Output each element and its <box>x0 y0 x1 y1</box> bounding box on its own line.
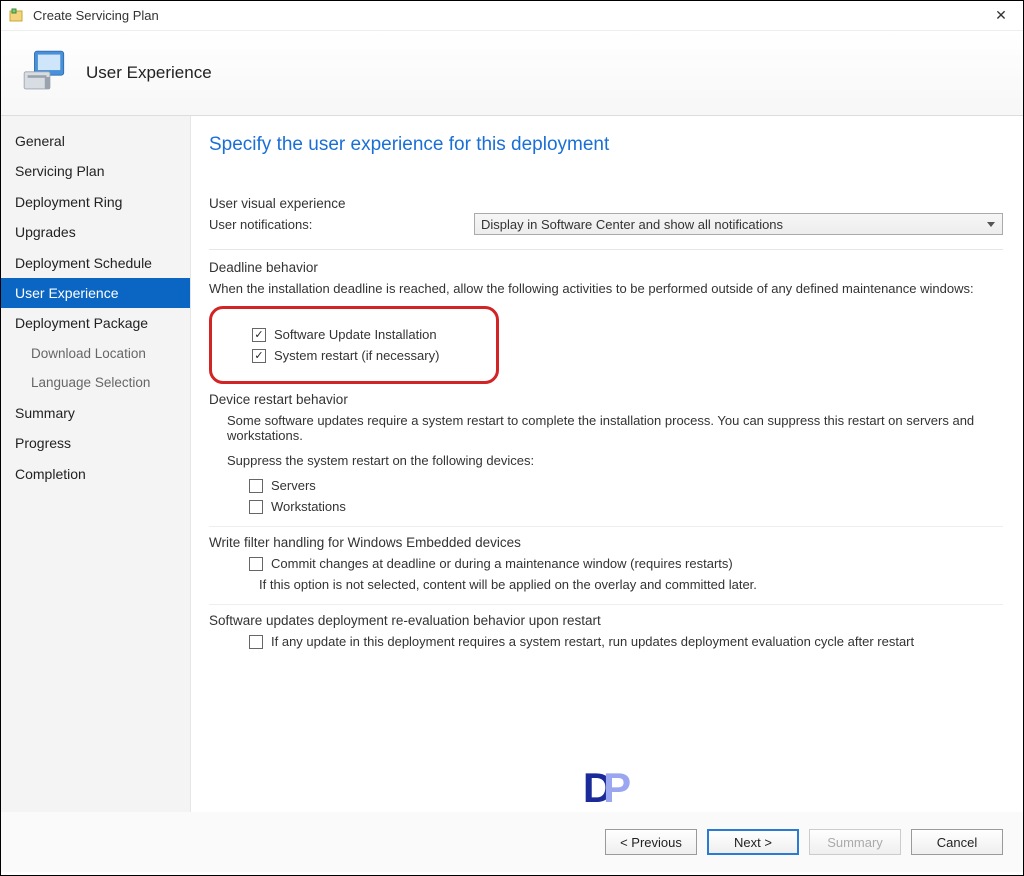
sidebar: General Servicing Plan Deployment Ring U… <box>1 116 191 812</box>
banner: User Experience <box>1 31 1023 116</box>
writefilter-title: Write filter handling for Windows Embedd… <box>209 535 1003 550</box>
reeval-label: If any update in this deployment require… <box>271 634 914 649</box>
sidebar-item-servicing-plan[interactable]: Servicing Plan <box>1 156 190 186</box>
sidebar-item-progress[interactable]: Progress <box>1 428 190 458</box>
user-notifications-label: User notifications: <box>209 217 474 232</box>
wizard-icon <box>9 8 25 24</box>
workstations-label: Workstations <box>271 499 346 514</box>
sidebar-item-general[interactable]: General <box>1 126 190 156</box>
page-title: User Experience <box>86 63 212 83</box>
reeval-checkbox[interactable] <box>249 635 263 649</box>
sidebar-item-language-selection[interactable]: Language Selection <box>1 368 190 398</box>
servers-checkbox[interactable] <box>249 479 263 493</box>
sidebar-item-upgrades[interactable]: Upgrades <box>1 217 190 247</box>
system-restart-checkbox[interactable] <box>252 349 266 363</box>
previous-button[interactable]: < Previous <box>605 829 697 855</box>
visual-group-label: User visual experience <box>209 196 1003 211</box>
page-heading: Specify the user experience for this dep… <box>209 134 1003 156</box>
sidebar-item-download-location[interactable]: Download Location <box>1 339 190 369</box>
computer-icon <box>19 46 74 101</box>
sidebar-item-user-experience[interactable]: User Experience <box>1 278 190 308</box>
workstations-checkbox[interactable] <box>249 500 263 514</box>
sidebar-item-deployment-package[interactable]: Deployment Package <box>1 308 190 338</box>
system-restart-label: System restart (if necessary) <box>274 348 439 363</box>
servers-label: Servers <box>271 478 316 493</box>
next-button[interactable]: Next > <box>707 829 799 855</box>
close-icon[interactable]: ✕ <box>987 2 1015 30</box>
watermark-logo: DP <box>583 764 631 812</box>
sidebar-item-summary[interactable]: Summary <box>1 398 190 428</box>
deadline-title: Deadline behavior <box>209 260 1003 275</box>
sidebar-item-completion[interactable]: Completion <box>1 459 190 489</box>
restart-desc2: Suppress the system restart on the follo… <box>209 453 1003 468</box>
titlebar: Create Servicing Plan ✕ <box>1 1 1023 31</box>
sidebar-item-deployment-schedule[interactable]: Deployment Schedule <box>1 248 190 278</box>
user-notifications-dropdown[interactable]: Display in Software Center and show all … <box>474 213 1003 235</box>
reeval-title: Software updates deployment re-evaluatio… <box>209 613 1003 628</box>
sidebar-item-deployment-ring[interactable]: Deployment Ring <box>1 187 190 217</box>
software-update-install-label: Software Update Installation <box>274 327 437 342</box>
commit-changes-checkbox[interactable] <box>249 557 263 571</box>
footer: < Previous Next > Summary Cancel <box>1 812 1023 872</box>
summary-button: Summary <box>809 829 901 855</box>
writefilter-note: If this option is not selected, content … <box>209 577 1003 592</box>
software-update-install-checkbox[interactable] <box>252 328 266 342</box>
restart-desc: Some software updates require a system r… <box>209 413 1003 443</box>
window-title: Create Servicing Plan <box>33 8 987 23</box>
user-notifications-value: Display in Software Center and show all … <box>481 217 783 232</box>
restart-title: Device restart behavior <box>209 392 1003 407</box>
main-panel: Specify the user experience for this dep… <box>191 116 1023 812</box>
highlight-box: Software Update Installation System rest… <box>209 306 499 384</box>
cancel-button[interactable]: Cancel <box>911 829 1003 855</box>
deadline-desc: When the installation deadline is reache… <box>209 281 1003 296</box>
commit-changes-label: Commit changes at deadline or during a m… <box>271 556 733 571</box>
